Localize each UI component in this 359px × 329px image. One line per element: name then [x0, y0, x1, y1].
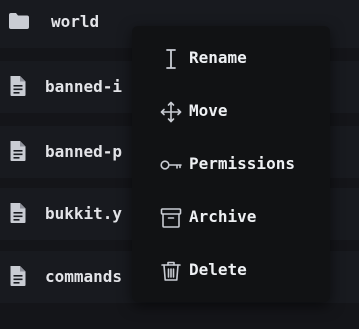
file-text-icon — [10, 76, 26, 96]
archive-box-icon — [160, 208, 182, 228]
move-arrows-icon — [160, 101, 182, 123]
key-icon — [160, 160, 182, 170]
file-manager: world banned-i banned-p bukkit.y command… — [0, 0, 359, 329]
file-name: world — [51, 12, 100, 31]
menu-item-move[interactable]: Move — [132, 85, 330, 137]
menu-item-label: Move — [189, 101, 228, 120]
menu-item-rename[interactable]: Rename — [132, 32, 330, 84]
file-text-icon — [10, 203, 26, 223]
menu-item-label: Permissions — [189, 154, 295, 173]
menu-item-label: Delete — [189, 260, 247, 279]
file-name: commands — [45, 267, 123, 286]
menu-item-permissions[interactable]: Permissions — [132, 138, 330, 190]
menu-item-delete[interactable]: Delete — [132, 244, 330, 296]
file-text-icon — [10, 141, 26, 161]
file-name: banned-i — [45, 77, 123, 96]
folder-icon — [9, 13, 29, 29]
context-menu: Rename Move Permissions Archive Delete — [132, 26, 330, 302]
file-name: banned-p — [45, 142, 123, 161]
file-name: bukkit.y — [45, 204, 123, 223]
menu-item-label: Archive — [189, 207, 257, 226]
menu-item-archive[interactable]: Archive — [132, 191, 330, 243]
file-text-icon — [10, 266, 26, 286]
menu-item-label: Rename — [189, 48, 247, 67]
trash-icon — [161, 261, 181, 281]
text-cursor-icon — [166, 49, 176, 69]
